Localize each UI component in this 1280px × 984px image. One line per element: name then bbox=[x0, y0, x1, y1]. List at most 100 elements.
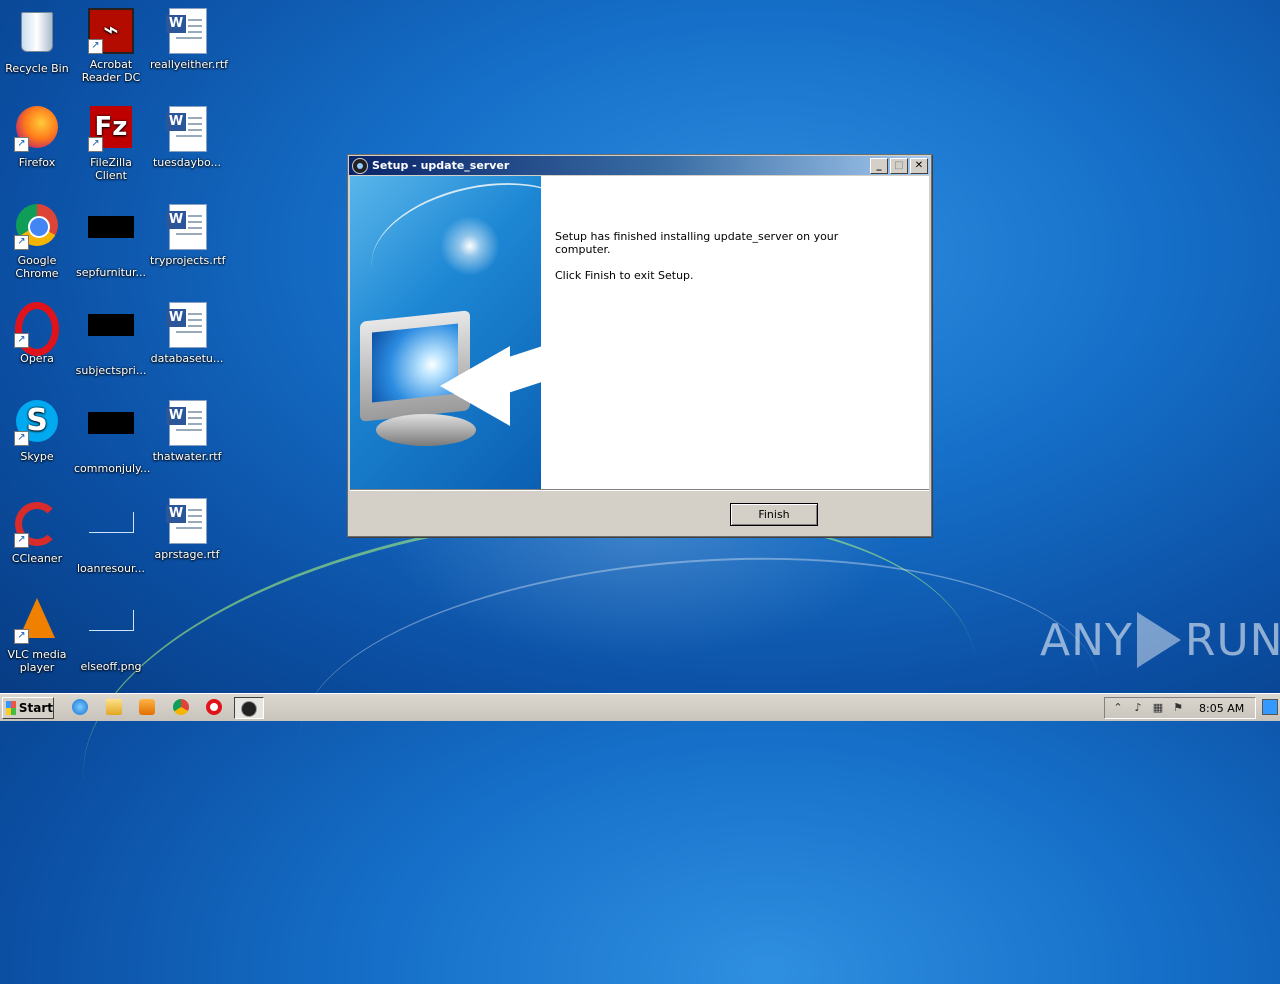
wizard-panel: Setup has finished installing update_ser… bbox=[350, 176, 929, 489]
wizard-monitor-image bbox=[350, 176, 541, 489]
skype-icon: S ↗ bbox=[14, 400, 60, 446]
shortcut-arrow-icon: ↗ bbox=[14, 533, 29, 548]
media-player-icon[interactable] bbox=[139, 699, 155, 715]
show-desktop-icon[interactable] bbox=[1262, 699, 1278, 715]
desktop-icon-label: aprstage.rtf bbox=[154, 548, 220, 561]
desktop-icon-label: VLC media player bbox=[7, 648, 67, 674]
desktop-icon-skype[interactable]: S ↗ Skype bbox=[0, 400, 74, 463]
desktop-icon-firefox[interactable]: ↗ Firefox bbox=[0, 106, 74, 169]
desktop-icon-reallyeither[interactable]: W reallyeither.rtf bbox=[150, 8, 229, 71]
desktop-icon-ccleaner[interactable]: ↗ CCleaner bbox=[0, 498, 74, 565]
play-logo-icon bbox=[1136, 612, 1181, 668]
desktop-icon-acrobat-reader[interactable]: ⌁ ↗ Acrobat Reader DC bbox=[74, 8, 148, 84]
desktop-icon-vlc[interactable]: ↗ VLC media player bbox=[0, 596, 74, 674]
desktop-icon-label: reallyeither.rtf bbox=[150, 58, 229, 71]
clock[interactable]: 8:05 AM bbox=[1199, 702, 1244, 715]
system-tray: ⌃ ♪ ▦ ⚑ 8:05 AM bbox=[1104, 697, 1256, 719]
shortcut-arrow-icon: ↗ bbox=[14, 629, 29, 644]
desktop-icon-label: FileZilla Client bbox=[90, 156, 132, 182]
desktop-icon-label: Skype bbox=[20, 450, 54, 463]
firefox-icon: ↗ bbox=[14, 106, 60, 152]
minimize-button[interactable]: _ bbox=[870, 157, 888, 174]
chrome-taskbar-icon[interactable] bbox=[173, 699, 189, 715]
word-document-icon: W bbox=[164, 8, 210, 54]
desktop-icon-commonjuly[interactable]: commonjuly... bbox=[74, 400, 151, 475]
shortcut-arrow-icon: ↗ bbox=[14, 431, 29, 446]
image-file-icon bbox=[88, 610, 134, 656]
desktop-icon-opera[interactable]: ↗ Opera bbox=[0, 302, 74, 365]
desktop-icon-filezilla[interactable]: Fz ↗ FileZilla Client bbox=[74, 106, 148, 182]
desktop-icon-label: tuesdaybo... bbox=[152, 156, 222, 169]
setup-app-icon bbox=[352, 157, 368, 174]
desktop-icon-label: sepfurnitur... bbox=[76, 266, 146, 279]
desktop-icon-sepfurnitur[interactable]: sepfurnitur... bbox=[74, 204, 148, 279]
desktop-icon-label: Recycle Bin bbox=[5, 62, 69, 75]
filezilla-icon: Fz ↗ bbox=[88, 106, 134, 152]
finished-message: Setup has finished installing update_ser… bbox=[555, 230, 839, 256]
action-center-flag-icon[interactable]: ⚑ bbox=[1171, 702, 1185, 714]
desktop-icon-label: Firefox bbox=[18, 156, 56, 169]
desktop-icon-label: thatwater.rtf bbox=[152, 450, 222, 463]
word-document-icon: W bbox=[164, 106, 210, 152]
desktop-icon-label: elseoff.png bbox=[80, 660, 142, 673]
shortcut-arrow-icon: ↗ bbox=[88, 137, 103, 152]
file-explorer-icon[interactable] bbox=[106, 699, 122, 715]
volume-icon[interactable]: ♪ bbox=[1131, 702, 1145, 714]
start-button[interactable]: Start bbox=[2, 697, 54, 719]
desktop-icon-label: tryprojects.rtf bbox=[150, 254, 226, 267]
desktop-icon-subjectspri[interactable]: subjectspri... bbox=[74, 302, 148, 377]
desktop-icon-label: Google Chrome bbox=[15, 254, 59, 280]
network-icon[interactable]: ▦ bbox=[1151, 702, 1165, 714]
desktop-icon-aprstage[interactable]: W aprstage.rtf bbox=[150, 498, 224, 561]
word-document-icon: W bbox=[164, 204, 210, 250]
dialog-title: Setup - update_server bbox=[372, 159, 510, 172]
anyrun-watermark: ANY RUN bbox=[1040, 612, 1280, 668]
word-document-icon: W bbox=[164, 498, 210, 544]
desktop-icon-label: commonjuly... bbox=[74, 462, 151, 475]
chrome-icon: ↗ bbox=[14, 204, 60, 250]
desktop-icon-thatwater[interactable]: W thatwater.rtf bbox=[150, 400, 224, 463]
maximize-button[interactable]: □ bbox=[890, 157, 908, 174]
desktop-icon-chrome[interactable]: ↗ Google Chrome bbox=[0, 204, 74, 280]
shortcut-arrow-icon: ↗ bbox=[14, 333, 29, 348]
word-document-icon: W bbox=[164, 400, 210, 446]
ccleaner-icon: ↗ bbox=[14, 502, 60, 548]
desktop-icon-tuesdaybo[interactable]: W tuesdaybo... bbox=[150, 106, 224, 169]
start-label: Start bbox=[18, 701, 53, 715]
redacted-file-icon bbox=[88, 314, 134, 360]
desktop-icon-label: CCleaner bbox=[11, 552, 63, 565]
desktop-icon-loanresour[interactable]: loanresour... bbox=[74, 498, 148, 575]
acrobat-icon: ⌁ ↗ bbox=[88, 8, 134, 54]
redacted-file-icon bbox=[88, 412, 134, 458]
internet-explorer-icon[interactable] bbox=[72, 699, 88, 715]
finish-button[interactable]: Finish bbox=[730, 503, 818, 526]
image-file-icon bbox=[88, 512, 134, 558]
shortcut-arrow-icon: ↗ bbox=[14, 137, 29, 152]
word-document-icon: W bbox=[164, 302, 210, 348]
desktop-icon-label: loanresour... bbox=[77, 562, 145, 575]
watermark-left-text: ANY bbox=[1040, 614, 1133, 666]
desktop-icon-recycle-bin[interactable]: Recycle Bin bbox=[0, 8, 74, 75]
taskbar: Start ⌃ ♪ ▦ ⚑ 8:05 AM bbox=[0, 693, 1280, 721]
desktop-icon-label: subjectspri... bbox=[75, 364, 147, 377]
shortcut-arrow-icon: ↗ bbox=[14, 235, 29, 250]
taskbar-item-setup[interactable] bbox=[234, 697, 264, 719]
desktop-icon-tryprojects[interactable]: W tryprojects.rtf bbox=[150, 204, 226, 267]
redacted-file-icon bbox=[88, 216, 134, 262]
desktop-icon-elseoff[interactable]: elseoff.png bbox=[74, 596, 148, 673]
vlc-cone-icon: ↗ bbox=[14, 598, 60, 644]
dialog-titlebar[interactable]: Setup - update_server _ □ ✕ bbox=[349, 156, 930, 175]
shortcut-arrow-icon: ↗ bbox=[88, 39, 103, 54]
recycle-bin-icon bbox=[14, 12, 60, 58]
exit-instruction: Click Finish to exit Setup. bbox=[555, 269, 694, 282]
dialog-separator bbox=[350, 489, 929, 491]
opera-taskbar-icon[interactable] bbox=[206, 699, 222, 715]
wizard-message: Setup has finished installing update_ser… bbox=[555, 230, 875, 295]
close-button[interactable]: ✕ bbox=[910, 157, 928, 174]
desktop-icon-databasetu[interactable]: W databasetu... bbox=[150, 302, 224, 365]
desktop-icon-label: databasetu... bbox=[150, 352, 224, 365]
tray-expand-icon[interactable]: ⌃ bbox=[1111, 702, 1125, 714]
desktop-icon-label: Acrobat Reader DC bbox=[81, 58, 141, 84]
setup-dialog: Setup - update_server _ □ ✕ Setup has fi… bbox=[347, 154, 932, 537]
setup-app-icon bbox=[241, 701, 257, 717]
